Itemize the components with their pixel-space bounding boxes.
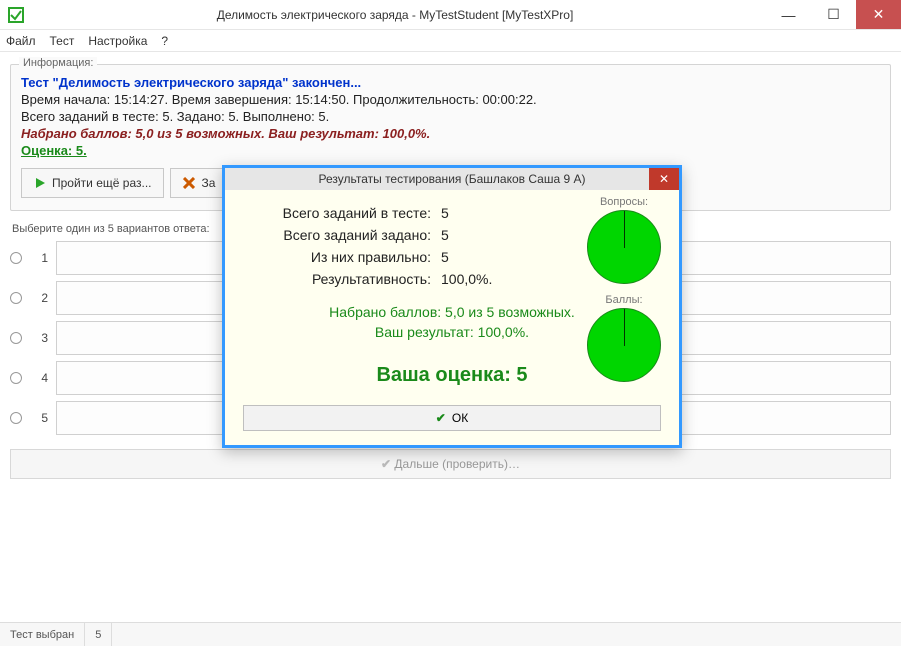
check-icon: ✔ [436,411,446,425]
close-label: За [201,176,215,190]
stat-key: Результативность: [243,268,431,290]
pie-label: Баллы: [587,294,661,306]
answer-num: 4 [30,371,48,385]
next-label: Дальше (проверить)… [394,457,520,471]
window-titlebar: Делимость электрического заряда - MyTest… [0,0,901,30]
answer-num: 2 [30,291,48,305]
stat-key: Всего заданий задано: [243,224,431,246]
close-test-button[interactable]: За [170,168,228,198]
dialog-close-button[interactable]: ✕ [649,168,679,190]
points-pie: Баллы: [587,294,661,382]
radio-icon[interactable] [10,412,22,424]
info-tasks: Всего заданий в тесте: 5. Задано: 5. Вып… [21,109,880,124]
x-icon [183,177,195,189]
radio-icon[interactable] [10,292,22,304]
dialog-titlebar: Результаты тестирования (Башлаков Саша 9… [225,168,679,190]
window-close-button[interactable]: ✕ [856,0,901,29]
check-icon: ✔ [381,457,391,471]
info-title: Тест "Делимость электрического заряда" з… [21,75,880,90]
stat-val: 5 [441,246,449,268]
status-count: 5 [85,623,112,646]
results-dialog: Результаты тестирования (Башлаков Саша 9… [222,165,682,448]
info-timing: Время начала: 15:14:27. Время завершения… [21,92,880,107]
next-button[interactable]: ✔ Дальше (проверить)… [10,449,891,479]
radio-icon[interactable] [10,332,22,344]
pie-chart-icon [587,308,661,382]
retry-label: Пройти ещё раз... [52,176,151,190]
menu-file[interactable]: Файл [6,34,36,48]
stat-key: Из них правильно: [243,246,431,268]
stat-key: Всего заданий в тесте: [243,202,431,224]
info-points: Набрано баллов: 5,0 из 5 возможных. Ваш … [21,126,880,141]
window-maximize-button[interactable]: ☐ [811,0,856,29]
dialog-ok-button[interactable]: ✔ ОК [243,405,661,431]
status-test: Тест выбран [0,623,85,646]
radio-icon[interactable] [10,252,22,264]
dialog-title: Результаты тестирования (Башлаков Саша 9… [319,172,586,186]
play-icon [34,177,46,189]
pie-label: Вопросы: [587,196,661,208]
statusbar: Тест выбран 5 [0,622,901,646]
ok-label: ОК [452,411,468,425]
stat-val: 5 [441,202,449,224]
menubar: Файл Тест Настройка ? [0,30,901,52]
info-legend: Информация: [19,57,97,69]
info-grade: Оценка: 5. [21,143,880,158]
app-icon [8,7,24,23]
retry-button[interactable]: Пройти ещё раз... [21,168,164,198]
window-title: Делимость электрического заряда - MyTest… [24,8,766,22]
menu-help[interactable]: ? [161,34,168,48]
answer-num: 5 [30,411,48,425]
answer-num: 1 [30,251,48,265]
window-minimize-button[interactable]: — [766,0,811,29]
pie-chart-icon [587,210,661,284]
stat-val: 100,0%. [441,268,492,290]
menu-test[interactable]: Тест [50,34,75,48]
questions-pie: Вопросы: [587,196,661,284]
radio-icon[interactable] [10,372,22,384]
menu-settings[interactable]: Настройка [88,34,147,48]
stat-val: 5 [441,224,449,246]
answer-num: 3 [30,331,48,345]
